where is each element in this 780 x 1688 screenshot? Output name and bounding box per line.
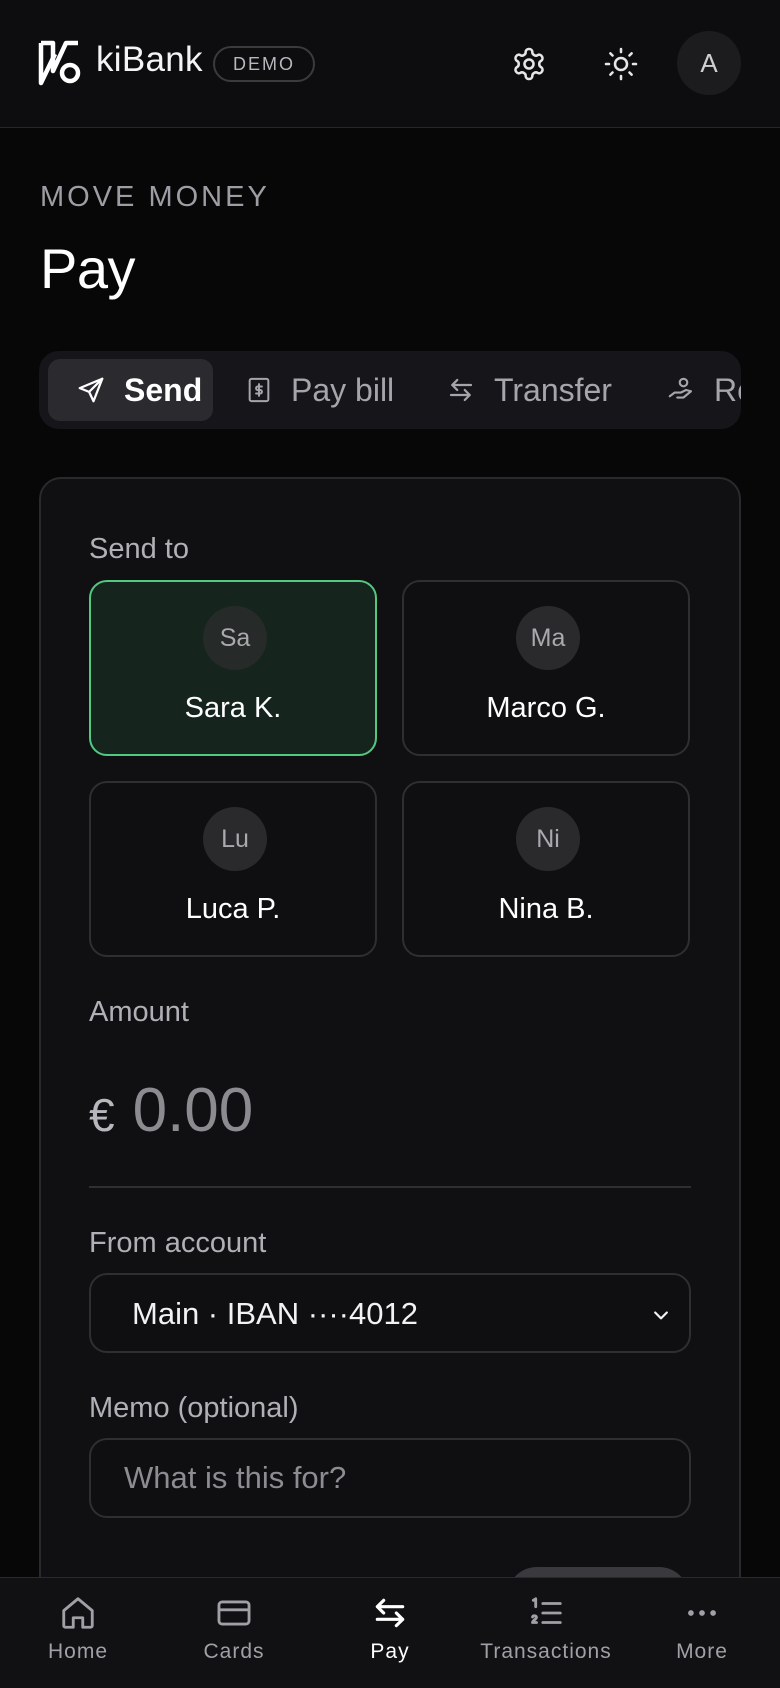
settings-gear-icon <box>514 47 544 81</box>
payment-type-tabs: Send Pay bill Transfer Re <box>39 351 741 429</box>
memo-label: Memo (optional) <box>89 1392 299 1424</box>
nav-label: Pay <box>370 1640 410 1663</box>
section-eyebrow: MOVE MONEY <box>40 181 270 213</box>
theme-sun-icon <box>604 47 638 81</box>
from-account-value: Main · IBAN ····4012 <box>132 1296 418 1331</box>
recipient-name: Nina B. <box>498 893 594 925</box>
recipient-card-sara[interactable]: Sa Sara K. <box>89 580 377 756</box>
recipient-avatar: Ma <box>516 606 580 670</box>
currency-symbol: € <box>89 1089 115 1141</box>
nav-label: Home <box>47 1640 109 1663</box>
nav-cards[interactable]: Cards <box>156 1578 312 1688</box>
bottom-navigation: Home Cards Pay Transactions More <box>0 1577 780 1688</box>
nav-pay[interactable]: Pay <box>312 1578 468 1688</box>
recipient-card-luca[interactable]: Lu Luca P. <box>89 781 377 957</box>
tab-transfer[interactable]: Transfer <box>446 359 612 421</box>
user-avatar-button[interactable]: A <box>677 31 741 95</box>
nav-home[interactable]: Home <box>0 1578 156 1688</box>
recipient-avatar: Ni <box>516 807 580 871</box>
recipient-name: Marco G. <box>486 692 606 724</box>
send-to-label: Send to <box>89 533 189 565</box>
tab-send[interactable]: Send <box>48 359 213 421</box>
send-paper-plane-icon <box>78 377 104 403</box>
amount-input[interactable] <box>132 1075 533 1146</box>
nav-label: Cards <box>203 1640 265 1663</box>
more-dots-icon <box>688 1610 716 1616</box>
recipient-avatar: Lu <box>203 807 267 871</box>
from-account-select[interactable]: Main · IBAN ····4012 <box>89 1273 691 1353</box>
card-icon <box>217 1600 251 1626</box>
nav-label: Transactions <box>480 1640 612 1663</box>
app-header: kiBank DEMO A <box>0 0 780 128</box>
recipient-card-marco[interactable]: Ma Marco G. <box>402 580 690 756</box>
tab-pay-bill[interactable]: Pay bill <box>245 359 394 421</box>
pay-arrows-icon <box>375 1598 405 1628</box>
tab-label: Re <box>714 371 741 408</box>
bill-receipt-icon <box>248 377 270 403</box>
from-account-label: From account <box>89 1227 267 1259</box>
request-hand-icon <box>668 377 693 399</box>
recipient-name: Luca P. <box>185 893 281 925</box>
theme-toggle-button[interactable] <box>597 40 645 88</box>
nav-more[interactable]: More <box>624 1578 780 1688</box>
brand-name: kiBank <box>96 40 203 79</box>
recipient-name: Sara K. <box>184 692 282 724</box>
tab-label: Send <box>124 371 203 408</box>
settings-button[interactable] <box>505 40 553 88</box>
nav-label: More <box>676 1640 728 1663</box>
tab-request[interactable]: Re <box>666 359 741 421</box>
amount-row: € <box>89 1075 533 1146</box>
kibank-logo-icon <box>38 40 81 86</box>
recipient-avatar: Sa <box>203 606 267 670</box>
amount-label: Amount <box>89 996 189 1028</box>
numbered-list-icon <box>531 1597 562 1624</box>
demo-badge: DEMO <box>213 46 315 82</box>
tab-label: Transfer <box>494 371 612 408</box>
home-icon <box>62 1597 94 1629</box>
chevron-down-icon <box>654 1311 668 1320</box>
memo-input[interactable] <box>89 1438 691 1518</box>
recipient-card-nina[interactable]: Ni Nina B. <box>402 781 690 957</box>
transfer-arrows-icon <box>449 378 473 402</box>
page-title: Pay <box>40 237 136 300</box>
amount-divider <box>89 1186 691 1188</box>
tab-label: Pay bill <box>291 371 395 408</box>
nav-transactions[interactable]: Transactions <box>468 1578 624 1688</box>
